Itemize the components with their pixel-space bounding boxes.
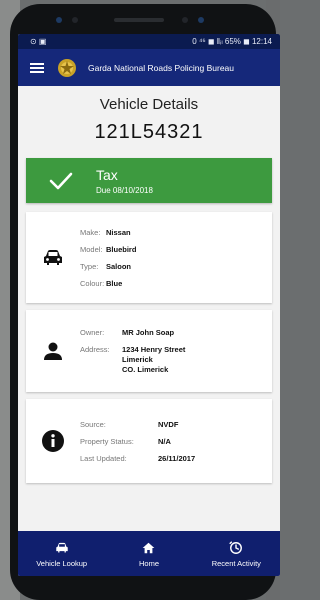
owner-details: Owner: MR John Soap Address: 1234 Henry …	[80, 328, 185, 375]
source-value: NVDF	[158, 419, 179, 429]
property-status-label: Property Status:	[80, 436, 134, 446]
bottom-navigation: Vehicle Lookup Home Recent Activity	[18, 531, 280, 576]
detail-row: Property Status: N/A	[80, 437, 195, 446]
status-left-icons: ⊙ ▣	[30, 37, 47, 46]
type-label: Type:	[80, 261, 99, 271]
nav-home[interactable]: Home	[105, 531, 192, 576]
checkmark-icon	[26, 172, 96, 190]
car-icon	[55, 540, 69, 556]
sensor-dot	[56, 17, 62, 23]
info-icon	[26, 429, 80, 453]
owner-label: Owner:	[80, 327, 105, 337]
colour-value: Blue	[106, 278, 123, 288]
nav-recent-activity[interactable]: Recent Activity	[193, 531, 280, 576]
last-updated-label: Last Updated:	[80, 453, 127, 463]
detail-row: Address: 1234 Henry Street Limerick CO. …	[80, 345, 185, 375]
status-bar: ⊙ ▣ 0 ⁴⁶ ◼ ‖ᵢₗ 65% ◼ 12:14	[18, 34, 280, 49]
tax-status-card[interactable]: Tax Due 08/10/2018	[26, 158, 272, 203]
detail-row: Last Updated: 26/11/2017	[80, 454, 195, 463]
home-icon	[142, 540, 155, 556]
type-value: Saloon	[106, 261, 132, 271]
owner-value: MR John Soap	[122, 327, 175, 337]
detail-row: Make: Nissan	[80, 228, 136, 237]
front-camera	[182, 17, 188, 23]
app-title: Garda National Roads Policing Bureau	[88, 62, 235, 73]
detail-row: Owner: MR John Soap	[80, 328, 185, 337]
property-status-value: N/A	[158, 436, 171, 446]
owner-info-card: Owner: MR John Soap Address: 1234 Henry …	[26, 310, 272, 392]
phone-screen: ⊙ ▣ 0 ⁴⁶ ◼ ‖ᵢₗ 65% ◼ 12:14 Garda Nationa…	[18, 34, 280, 576]
make-label: Make:	[80, 227, 101, 237]
detail-row: Colour: Blue	[80, 279, 136, 288]
tax-due-date: Due 08/10/2018	[96, 185, 153, 195]
colour-label: Colour:	[80, 278, 105, 288]
address-value: 1234 Henry Street Limerick CO. Limerick	[122, 344, 186, 374]
model-value: Bluebird	[106, 244, 137, 254]
app-bar: Garda National Roads Policing Bureau	[18, 49, 280, 86]
nav-label: Recent Activity	[211, 558, 261, 568]
main-content: Vehicle Details 121L54321 Tax Due 08/10/…	[18, 96, 280, 483]
source-details: Source: NVDF Property Status: N/A Last U…	[80, 420, 195, 463]
person-icon	[26, 341, 80, 361]
last-updated-value: 26/11/2017	[158, 453, 196, 463]
nav-label: Vehicle Lookup	[36, 558, 88, 568]
record-source-card: Source: NVDF Property Status: N/A Last U…	[26, 399, 272, 483]
recent-activity-icon	[229, 540, 243, 556]
detail-row: Model: Bluebird	[80, 245, 136, 254]
source-label: Source:	[80, 419, 106, 429]
sensor-dot	[72, 17, 78, 23]
nav-label: Home	[138, 558, 159, 568]
vehicle-info-card: Make: Nissan Model: Bluebird Type: Saloo…	[26, 212, 272, 303]
garda-crest-logo	[54, 55, 80, 81]
detail-row: Type: Saloon	[80, 262, 136, 271]
tax-label: Tax	[96, 166, 118, 183]
nav-vehicle-lookup[interactable]: Vehicle Lookup	[18, 531, 105, 576]
address-label: Address:	[80, 344, 110, 354]
sensor-dot	[198, 17, 204, 23]
page-title: Vehicle Details	[99, 96, 199, 113]
vehicle-details: Make: Nissan Model: Bluebird Type: Saloo…	[80, 228, 136, 288]
model-label: Model:	[80, 244, 103, 254]
hamburger-icon[interactable]	[30, 62, 44, 73]
status-right-info: 0 ⁴⁶ ◼ ‖ᵢₗ 65% ◼ 12:14	[192, 37, 272, 46]
registration-number: 121L54321	[94, 121, 204, 143]
car-icon	[26, 249, 80, 267]
detail-row: Source: NVDF	[80, 420, 195, 429]
make-value: Nissan	[106, 227, 131, 237]
earpiece-speaker	[114, 18, 164, 22]
